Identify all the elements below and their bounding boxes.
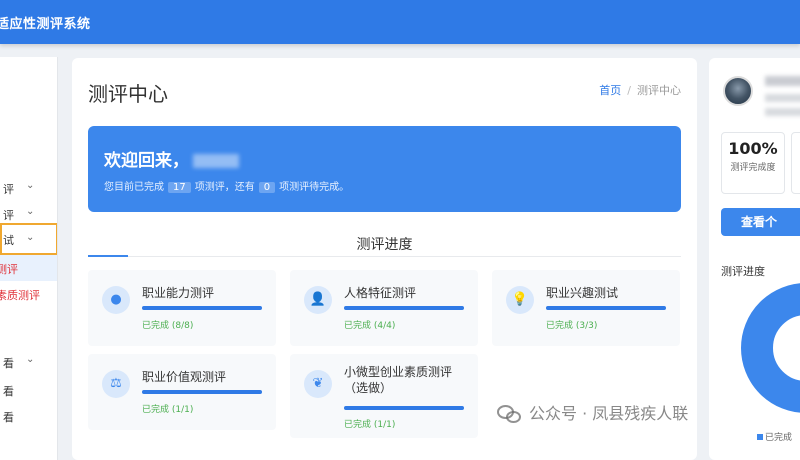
- progress-bar: [546, 306, 666, 310]
- progress-fill: [344, 406, 464, 410]
- watermark: 公众号 · 凤县残疾人联: [497, 400, 688, 425]
- progress-bar: [344, 306, 464, 310]
- progress-bar: [142, 306, 262, 310]
- assessment-status: 已完成 (4/4): [344, 321, 396, 331]
- progress-fill: [344, 306, 464, 310]
- assessment-status: 已完成 (1/1): [142, 405, 194, 415]
- sidebar-item-label: 素质测评: [0, 289, 40, 302]
- top-bar: 适应性测评系统: [0, 0, 800, 44]
- brain-icon: ●: [102, 286, 130, 314]
- scale-icon: ⚖: [102, 370, 130, 398]
- assessment-card-career-interest[interactable]: 💡 职业兴趣测试 已完成 (3/3): [492, 270, 680, 346]
- chart-legend: 已完成: [757, 430, 792, 443]
- assessment-card-career-ability[interactable]: ● 职业能力测评 已完成 (8/8): [88, 270, 276, 346]
- tab-progress[interactable]: 测评进度: [72, 234, 697, 254]
- blurred-info: [765, 108, 800, 116]
- sidebar-subitem-1[interactable]: 测评: [0, 255, 57, 281]
- greeting-text: 欢迎回来，: [104, 151, 189, 171]
- progress-fill: [142, 306, 262, 310]
- lightbulb-icon: 💡: [506, 286, 534, 314]
- stat-card: [791, 132, 800, 194]
- sidebar-subitem-2[interactable]: 素质测评: [0, 281, 57, 307]
- welcome-stat: 您目前已完成 17 项测评，还有 0 项测评待完成。: [104, 178, 349, 193]
- assessment-card-personality[interactable]: 👤 人格特征测评 已完成 (4/4): [290, 270, 478, 346]
- sidebar-item-label: 评: [3, 183, 14, 196]
- chevron-down-icon: ⌄: [26, 354, 35, 365]
- breadcrumb-home-link[interactable]: 首页: [599, 84, 621, 97]
- assessment-card-entrepreneurship[interactable]: ❦ 小微型创业素质测评（选做） 已完成 (1/1): [290, 354, 478, 438]
- progress-donut: [741, 283, 800, 413]
- blurred-info: [765, 94, 800, 102]
- progress-bar: [142, 390, 262, 394]
- sidebar-item-label: 评: [3, 209, 14, 222]
- blurred-username: [765, 76, 800, 86]
- sidebar-item-label: 测评: [0, 263, 18, 276]
- sidebar-item-label: 看: [3, 385, 14, 398]
- assessment-status: 已完成 (1/1): [344, 420, 396, 430]
- assessment-name: 职业兴趣测试: [546, 286, 619, 300]
- sprout-icon: ❦: [304, 370, 332, 398]
- assessment-card-career-values[interactable]: ⚖ 职业价值观测评 已完成 (1/1): [88, 354, 276, 430]
- tab-indicator: [88, 255, 128, 257]
- sidebar-item-label: 试: [3, 234, 14, 247]
- completion-card: 100% 测评完成度: [721, 132, 785, 194]
- completed-count: 17: [168, 182, 191, 193]
- welcome-greeting: 欢迎回来，: [104, 146, 239, 171]
- chevron-down-icon: ⌄: [26, 206, 35, 217]
- sidebar-item-6[interactable]: 看: [0, 403, 57, 429]
- progress-fill: [546, 306, 666, 310]
- stat-prefix: 您目前已完成: [104, 182, 164, 193]
- assessment-name: 职业能力测评: [142, 286, 215, 300]
- sidebar-item-label: 看: [3, 411, 14, 424]
- assessment-name: 人格特征测评: [344, 286, 417, 300]
- completion-rate: 100%: [728, 139, 778, 158]
- sidebar-item-label: 看: [3, 357, 14, 370]
- assessment-name: 小微型创业素质测评（选做）: [344, 365, 453, 395]
- user-icon: 👤: [304, 286, 332, 314]
- wechat-icon: [497, 404, 523, 425]
- app-title: 适应性测评系统: [0, 17, 91, 32]
- tab-divider: [88, 256, 681, 257]
- completion-label: 测评完成度: [730, 163, 776, 173]
- stat-suffix: 项测评待完成。: [279, 182, 350, 193]
- chevron-down-icon: ⌄: [26, 180, 35, 191]
- welcome-banner: 欢迎回来， 您目前已完成 17 项测评，还有 0 项测评待完成。: [88, 126, 681, 212]
- assessment-status: 已完成 (3/3): [546, 321, 598, 331]
- page-title: 测评中心: [88, 82, 168, 106]
- sidebar-item-4[interactable]: 看 ⌄: [0, 349, 57, 375]
- sidebar-item-5[interactable]: 看: [0, 377, 57, 403]
- assessment-status: 已完成 (8/8): [142, 321, 194, 331]
- pending-count: 0: [258, 182, 276, 193]
- sidebar: 评 ⌄ 评 ⌄ 试 ⌄ 测评 素质测评 看 ⌄ 看 看: [0, 57, 58, 460]
- breadcrumb: 首页 / 测评中心: [599, 82, 681, 98]
- stat-middle: 项测评，还有: [194, 182, 255, 193]
- legend-label: 已完成: [765, 433, 793, 443]
- chevron-down-icon: ⌄: [26, 232, 35, 243]
- progress-bar: [344, 406, 464, 410]
- watermark-text: 公众号 · 凤县残疾人联: [529, 404, 689, 423]
- progress-chart-title: 测评进度: [721, 265, 765, 278]
- avatar[interactable]: [723, 76, 753, 106]
- assessment-name: 职业价值观测评: [142, 370, 227, 384]
- sidebar-item-1[interactable]: 评 ⌄: [0, 175, 57, 201]
- sidebar-item-3[interactable]: 试 ⌄: [0, 223, 57, 255]
- profile-panel: 100% 测评完成度 查看个 测评进度 已完成: [709, 58, 800, 460]
- breadcrumb-separator: /: [627, 84, 631, 97]
- progress-fill: [142, 390, 262, 394]
- blurred-username: [193, 154, 239, 168]
- legend-swatch: [757, 434, 763, 440]
- breadcrumb-current: 测评中心: [637, 84, 681, 97]
- view-report-button[interactable]: 查看个: [721, 208, 800, 236]
